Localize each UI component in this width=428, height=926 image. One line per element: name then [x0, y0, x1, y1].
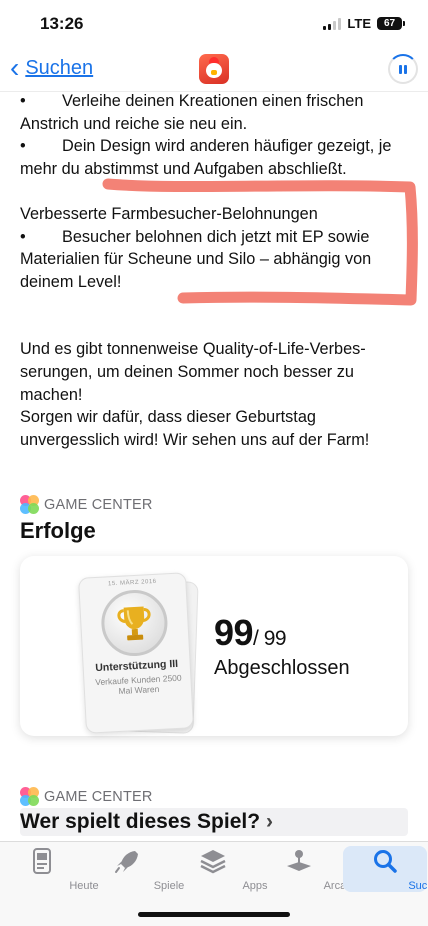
description-line: mehr du abstimmst und Aufgaben abschließ… — [20, 159, 347, 178]
achievement-badge: 15. MÄRZ 2016 Unterstützung III Verkaufe… — [77, 572, 195, 734]
bullet: • — [20, 227, 26, 246]
pause-icon — [399, 64, 402, 74]
tab-arcade[interactable]: Arcade — [257, 846, 358, 892]
completed-label: Abgeschlossen — [214, 657, 350, 679]
game-center-icon — [20, 495, 40, 515]
app-description: • Verleihe deinen Kreationen einen frisch… — [20, 90, 416, 451]
description-line: unvergesslich wird! Wir sehen uns auf de… — [20, 430, 370, 449]
achievements-title: Erfolge — [20, 518, 96, 543]
app-icon — [199, 54, 229, 84]
description-line: • Dein Design wird anderen häufiger gezei… — [20, 135, 416, 158]
description-line: • Verleihe deinen Kreationen einen frisch… — [20, 90, 416, 113]
navigation-bar: ‹ Suchen — [0, 48, 428, 92]
search-icon — [374, 850, 397, 873]
home-indicator — [138, 912, 290, 917]
chevron-right-icon: › — [266, 810, 274, 833]
description-line: serungen, um deinen Sommer noch besser z… — [20, 362, 354, 381]
tab-label: Suchen — [408, 880, 428, 892]
download-progress-button[interactable] — [388, 54, 418, 84]
description-line: machen! — [20, 385, 83, 404]
description-line: Anstrich und reiche sie neu ein. — [20, 114, 248, 133]
apps-stack-icon — [200, 850, 226, 874]
tab-spiele[interactable]: Spiele — [85, 846, 184, 892]
status-bar: 13:26 LTE 67 — [0, 0, 428, 48]
joystick-icon — [287, 850, 311, 871]
status-indicators: LTE 67 — [323, 16, 405, 31]
source-label: GAME CENTER — [44, 789, 153, 805]
rocket-icon — [115, 851, 138, 873]
text: Verleihe deinen Kreationen einen frische… — [62, 92, 364, 110]
description-line: Materialien für Scheune und Silo – abhän… — [20, 250, 372, 269]
description-heading: Verbesserte Farmbesucher-Belohnungen — [20, 204, 318, 223]
today-icon — [33, 848, 51, 874]
back-label: Suchen — [25, 56, 94, 79]
badge-date: 15. MÄRZ 2016 — [107, 578, 157, 588]
network-type: LTE — [347, 16, 371, 31]
total-count: / 99 — [253, 627, 287, 650]
text: Dein Design wird anderen häufiger gezeig… — [62, 137, 392, 156]
game-center-label: GAME CENTER — [20, 787, 153, 807]
back-button[interactable]: ‹ Suchen — [10, 54, 93, 82]
badge-subtitle: Verkaufe Kunden 2500 Mal Waren — [94, 672, 182, 696]
text: Besucher belohnen dich jetzt mit EP sowi… — [62, 227, 370, 246]
cellular-signal-icon — [323, 17, 342, 30]
tab-heute[interactable]: Heute — [0, 846, 99, 892]
achievement-count: 99/ 99 — [214, 612, 287, 654]
who-plays-link[interactable]: Wer spielt dieses Spiel? › — [20, 808, 408, 836]
game-center-icon — [20, 787, 40, 807]
completed-count: 99 — [214, 612, 254, 653]
bullet: • — [20, 92, 26, 110]
status-time: 13:26 — [40, 14, 84, 33]
description-line: • Besucher belohnen dich jetzt mit EP sow… — [20, 226, 416, 249]
tab-apps[interactable]: Apps — [171, 846, 268, 892]
description-line: Sorgen wir dafür, dass dieser Geburtstag — [20, 408, 316, 427]
tab-suchen[interactable]: Suchen — [343, 846, 428, 892]
source-label: GAME CENTER — [44, 497, 153, 513]
chevron-left-icon: ‹ — [10, 52, 20, 83]
battery-icon: 67 — [377, 17, 405, 30]
description-line: Und es gibt tonnenweise Quality-of-Life-… — [20, 340, 366, 359]
trophy-icon — [99, 588, 170, 658]
description-line: deinem Level! — [20, 272, 122, 291]
bullet: • — [20, 137, 26, 156]
game-center-label: GAME CENTER — [20, 495, 153, 515]
who-plays-title: Wer spielt dieses Spiel? — [20, 810, 261, 833]
